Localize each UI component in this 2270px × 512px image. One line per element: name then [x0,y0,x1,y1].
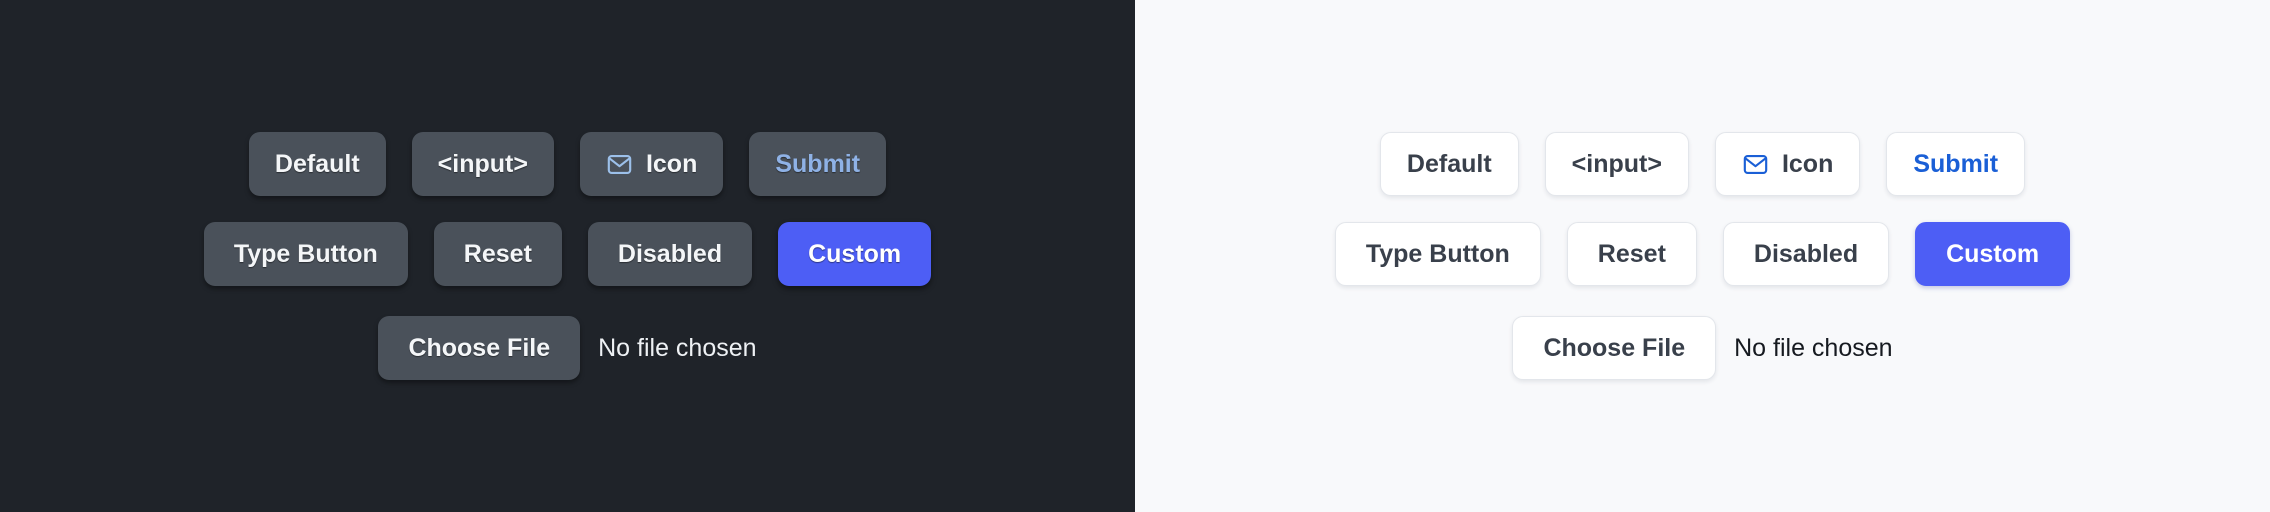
reset-button[interactable]: Reset [433,222,562,286]
input-button[interactable]: <input> [411,132,554,196]
default-button[interactable]: Default [248,132,386,196]
type-button[interactable]: Type Button [1334,222,1541,286]
icon-button-label: Icon [1781,149,1834,178]
default-button[interactable]: Default [1379,132,1519,196]
button-row-primary: Default <input> Icon Submit [1379,132,2026,196]
icon-button[interactable]: Icon [579,132,724,196]
button-row-secondary: Type Button Reset Disabled Custom [1334,222,2071,286]
choose-file-button[interactable]: Choose File [378,316,581,380]
file-input-row: Choose File No file chosen [378,316,757,380]
button-row-primary: Default <input> Icon Submit [248,132,887,196]
reset-button[interactable]: Reset [1566,222,1697,286]
disabled-button[interactable]: Disabled [1722,222,1890,286]
file-status-label: No file chosen [1734,333,1893,362]
dark-theme-panel: Default <input> Icon Submit Type Button … [0,0,1135,512]
submit-button[interactable]: Submit [1886,132,2026,196]
mail-icon [1742,151,1769,178]
choose-file-button[interactable]: Choose File [1512,316,1717,380]
disabled-button[interactable]: Disabled [587,222,753,286]
type-button[interactable]: Type Button [203,222,408,286]
light-theme-panel: Default <input> Icon Submit Type Button … [1135,0,2270,512]
custom-button[interactable]: Custom [1915,222,2071,286]
custom-button[interactable]: Custom [778,222,932,286]
submit-button[interactable]: Submit [749,132,887,196]
button-row-secondary: Type Button Reset Disabled Custom [203,222,932,286]
file-input-row: Choose File No file chosen [1512,316,1893,380]
mail-icon [606,151,633,178]
icon-button-label: Icon [645,149,698,178]
file-status-label: No file chosen [598,333,757,362]
input-button[interactable]: <input> [1544,132,1689,196]
icon-button[interactable]: Icon [1714,132,1861,196]
